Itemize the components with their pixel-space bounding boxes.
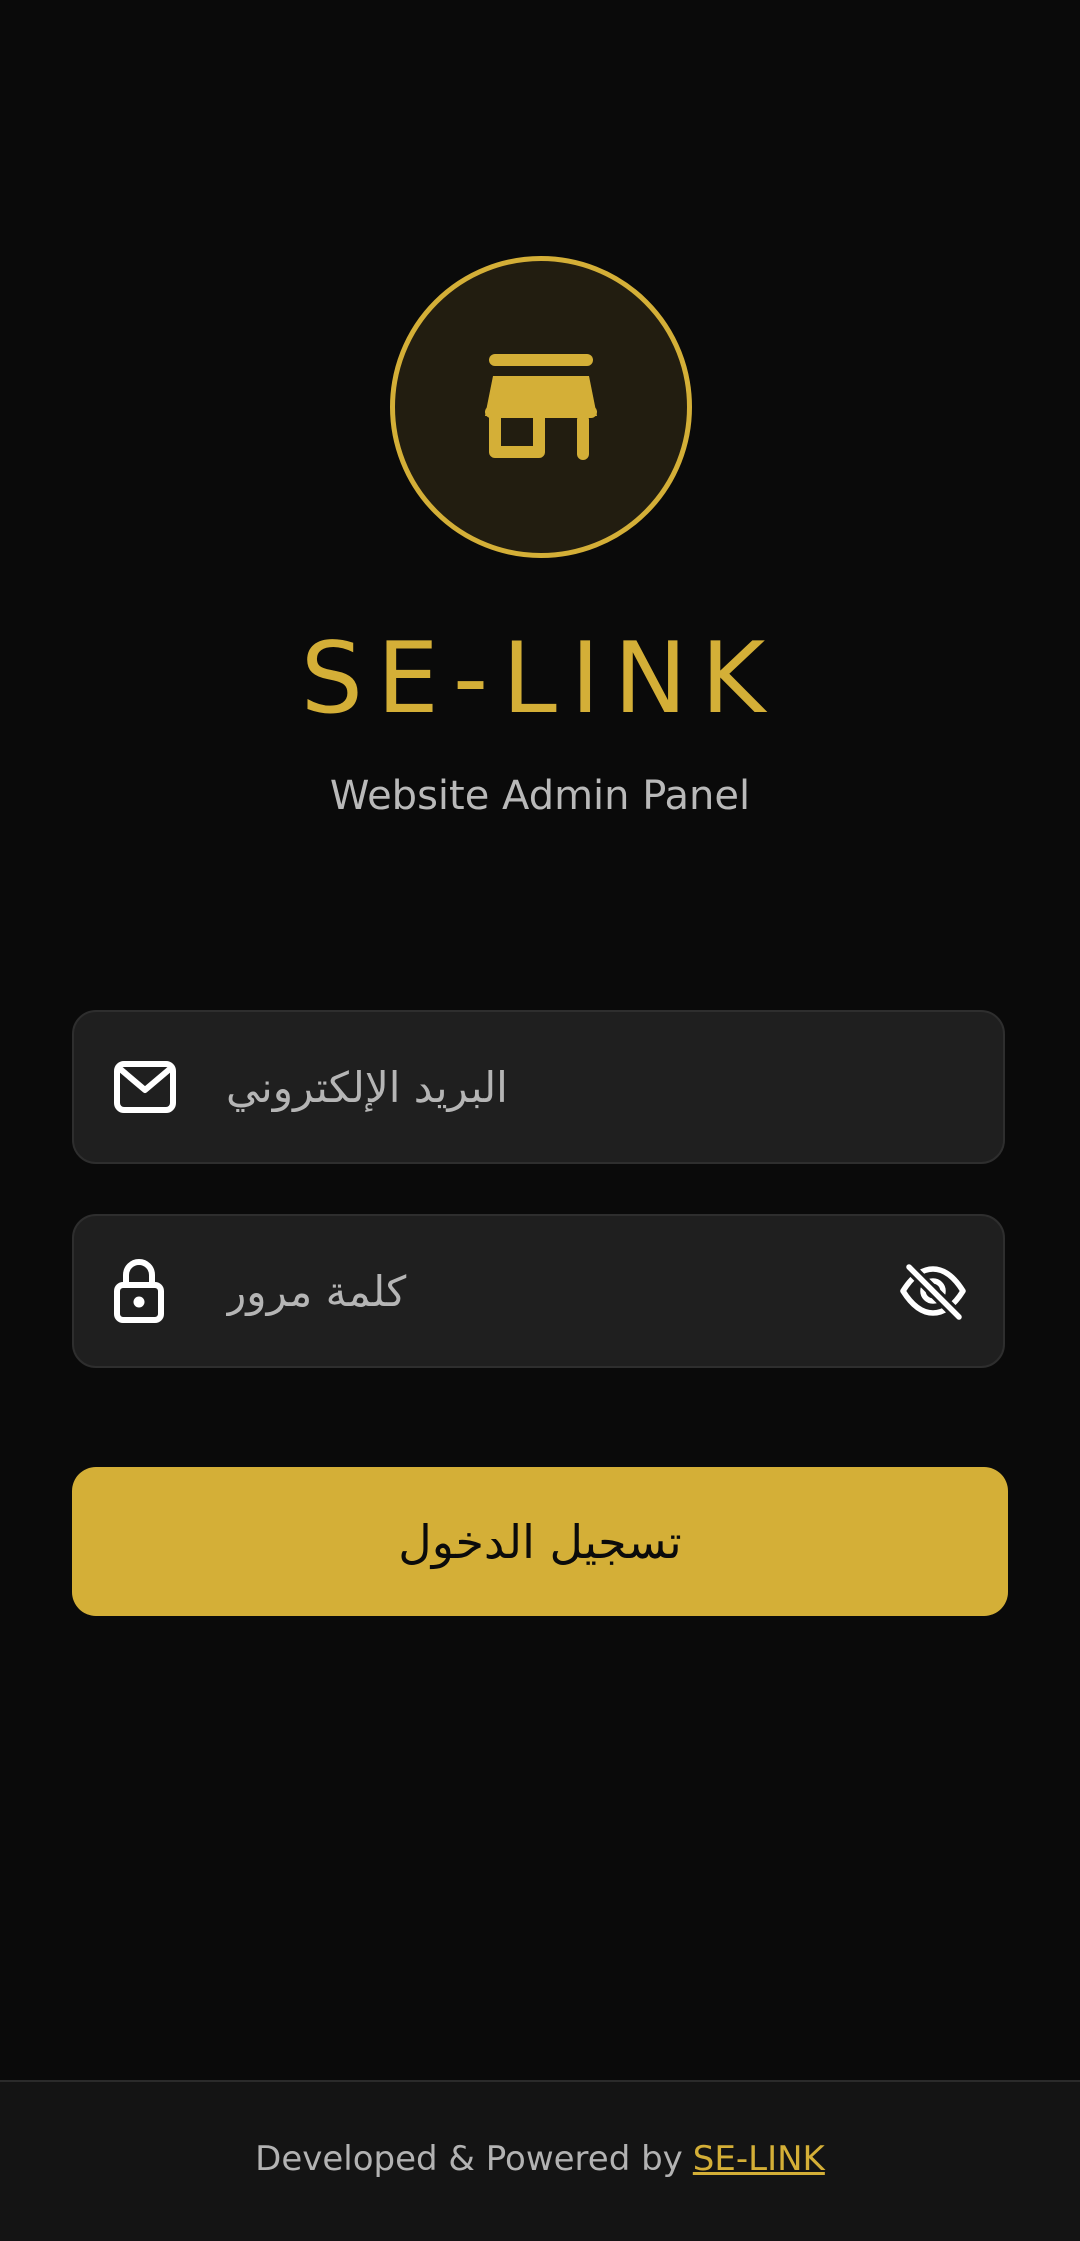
brand-title: SE-LINK xyxy=(300,622,780,736)
footer-text: Developed & Powered by xyxy=(255,2138,683,2179)
password-field[interactable] xyxy=(72,1214,1005,1368)
mail-icon xyxy=(114,1061,176,1113)
lock-icon xyxy=(114,1259,164,1323)
brand-logo xyxy=(390,256,692,558)
store-icon xyxy=(485,354,597,460)
password-input[interactable] xyxy=(226,1216,846,1366)
brand-subtitle: Website Admin Panel xyxy=(329,773,751,819)
footer-brand-link[interactable]: SE-LINK xyxy=(693,2139,825,2179)
footer: Developed & Powered by SE-LINK xyxy=(0,2080,1080,2241)
email-field[interactable] xyxy=(72,1010,1005,1164)
email-input[interactable] xyxy=(226,1012,846,1162)
login-button[interactable]: تسجيل الدخول xyxy=(72,1467,1008,1616)
eye-off-icon[interactable] xyxy=(899,1261,967,1321)
